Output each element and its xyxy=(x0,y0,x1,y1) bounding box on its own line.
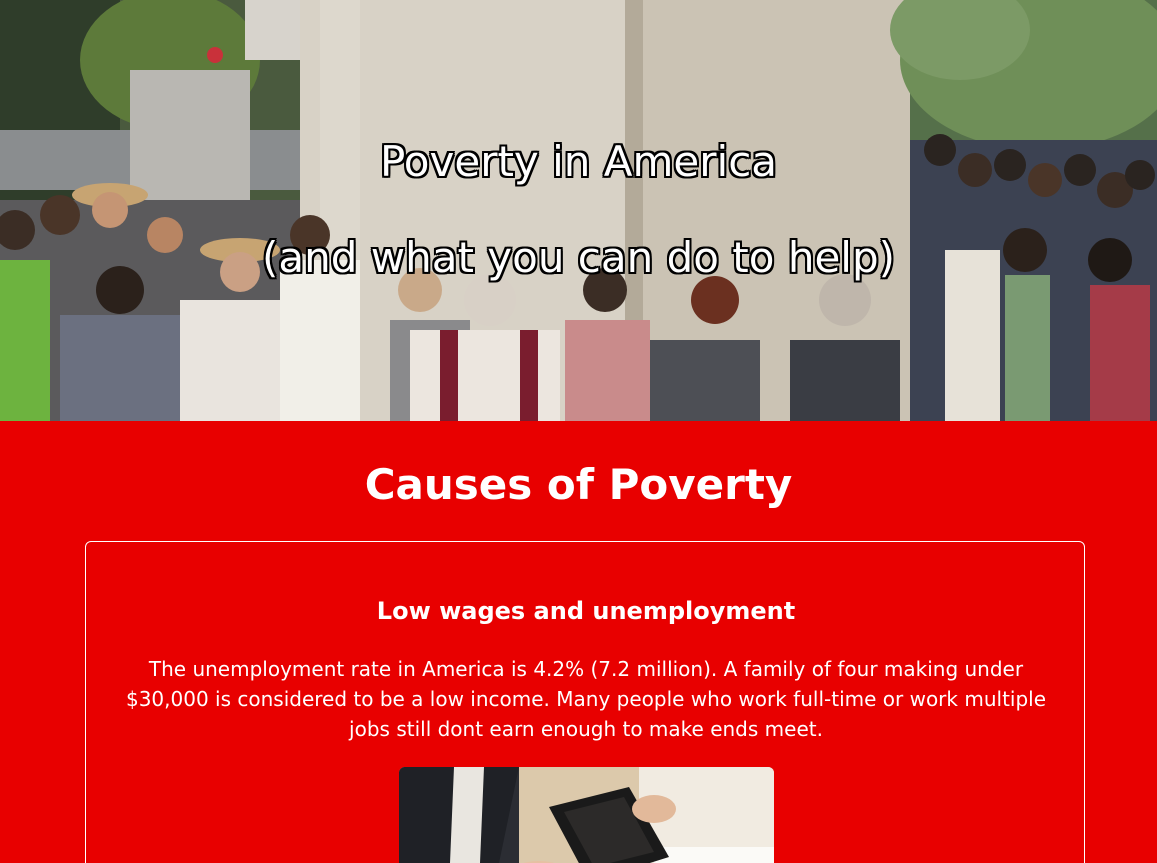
page: Poverty in America (and what you can do … xyxy=(0,0,1157,863)
cause-card-text: The unemployment rate in America is 4.2%… xyxy=(125,657,1047,741)
cause-card-title: Low wages and unemployment xyxy=(376,597,796,625)
hero-photo-crowd xyxy=(0,0,1157,421)
hero-banner: Poverty in America (and what you can do … xyxy=(0,0,1157,421)
empty-wallet-image xyxy=(399,767,774,863)
empty-wallet-photo xyxy=(399,767,774,863)
hero-title: Poverty in America xyxy=(379,137,778,186)
hero-subtitle: (and what you can do to help) xyxy=(262,233,895,282)
causes-heading: Causes of Poverty xyxy=(364,460,793,509)
cause-card-low-wages: Low wages and unemployment The unemploym… xyxy=(85,541,1085,863)
causes-section: Causes of Poverty Low wages and unemploy… xyxy=(0,421,1157,863)
